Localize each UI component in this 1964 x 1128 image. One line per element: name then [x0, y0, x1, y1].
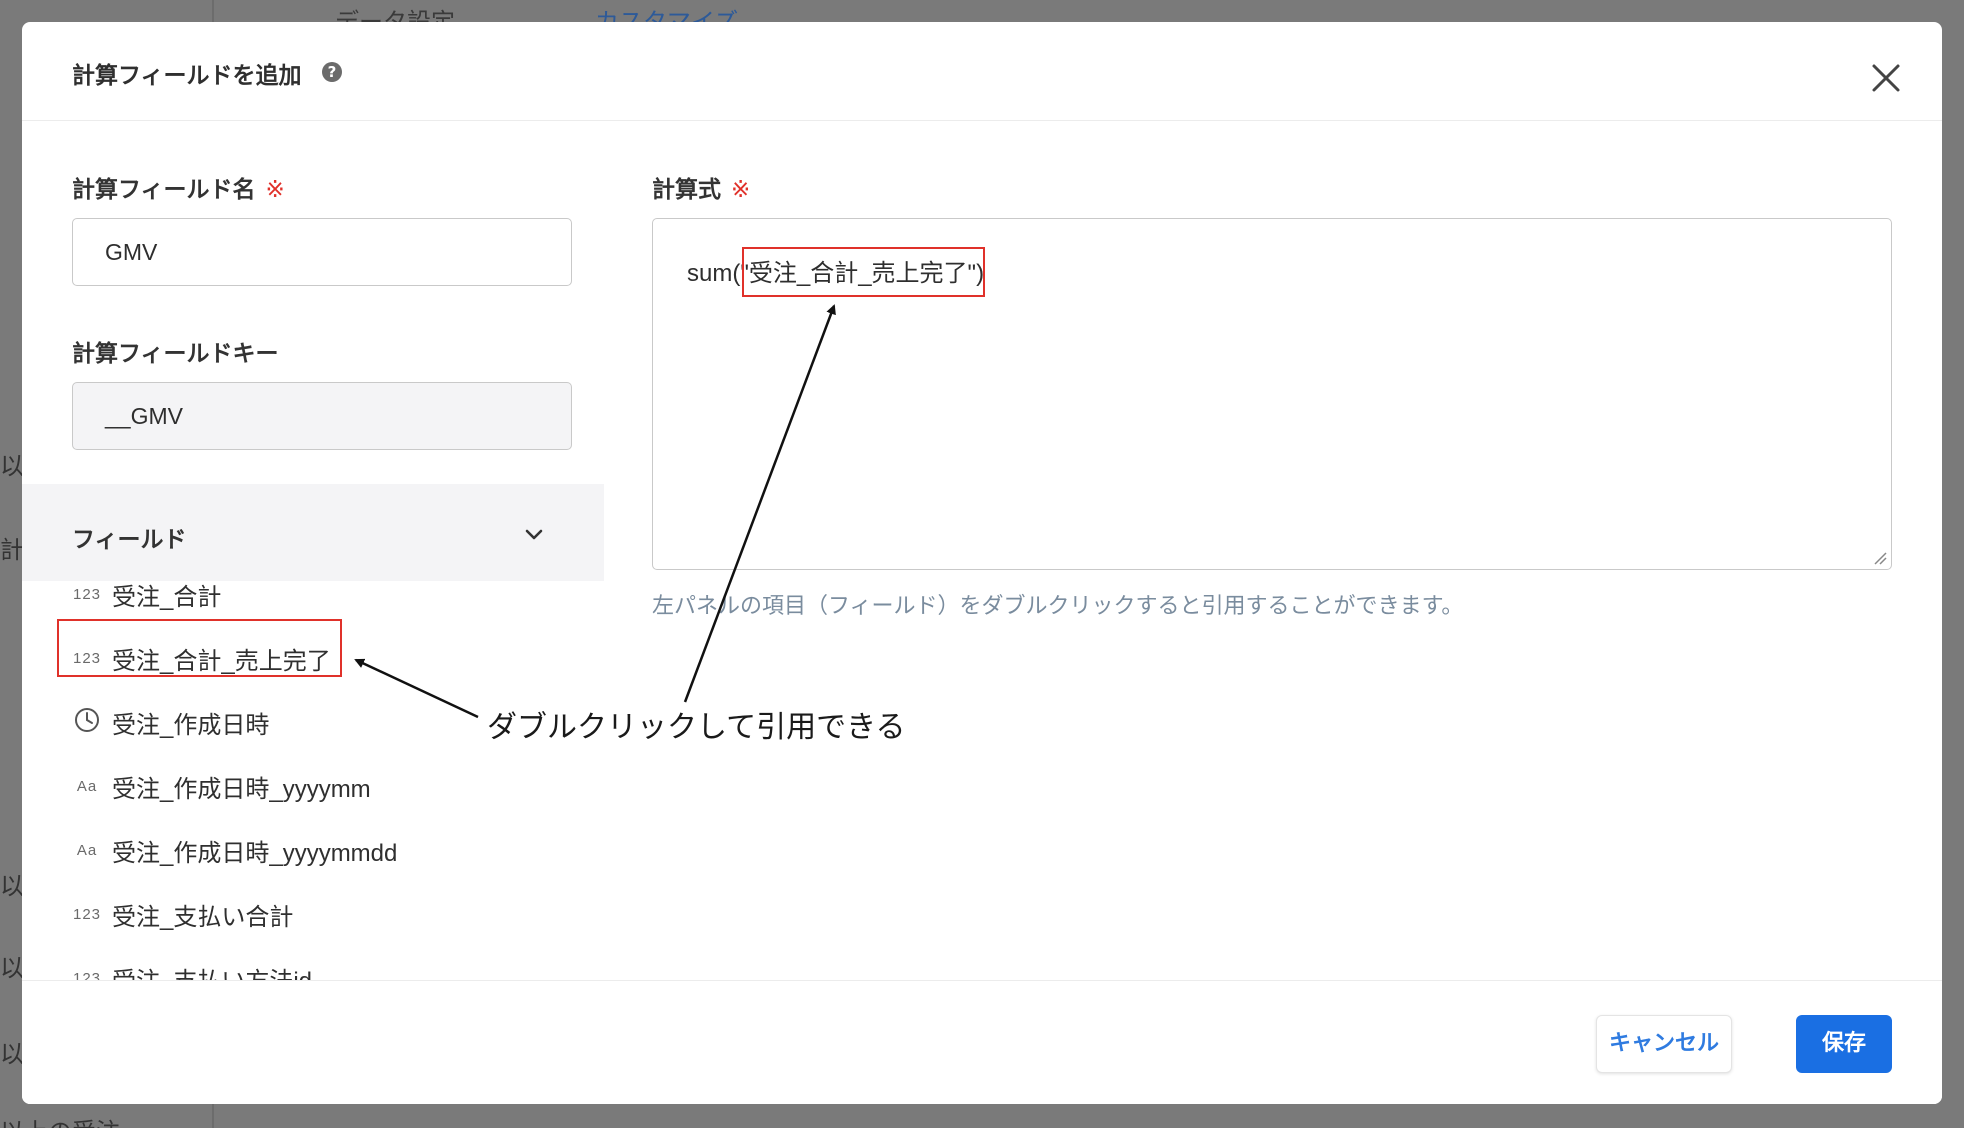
list-item[interactable]: 123 受注_支払い合計: [72, 889, 293, 939]
field-list-item-name: 受注_合計: [112, 583, 222, 611]
close-button[interactable]: [1868, 60, 1904, 96]
annotation-highlight-field: [57, 619, 342, 677]
field-key-input[interactable]: __GMV: [72, 382, 572, 450]
fields-panel-title: フィールド: [72, 527, 187, 553]
formula-hint: 左パネルの項目（フィールド）をダブルクリックすると引用することができます。: [652, 594, 1464, 619]
dialog-title: 計算フィールドを追加: [72, 63, 302, 89]
annotation-highlight-formula: [742, 247, 985, 297]
list-item[interactable]: 123 受注_支払い方法id: [72, 953, 313, 982]
list-item[interactable]: Aa 受注_作成日時_yyyymmdd: [72, 825, 398, 875]
text-type-icon: Aa: [76, 777, 98, 795]
field-list-item-name: 受注_支払い合計: [112, 903, 294, 931]
number-type-icon: 123: [72, 905, 102, 923]
save-button[interactable]: 保存: [1796, 1015, 1892, 1073]
text-type-icon: Aa: [76, 841, 98, 859]
field-list-item-name: 受注_支払い方法id: [112, 967, 313, 982]
formula-label-text: 計算式: [652, 177, 721, 203]
field-name-label: 計算フィールド名 ※: [72, 170, 285, 204]
list-item[interactable]: 123 受注_合計: [72, 581, 221, 619]
field-key-label: 計算フィールドキー: [72, 341, 279, 367]
dialog-header: 計算フィールドを追加 ?: [22, 22, 1942, 121]
background-text: 以上の受注: [0, 1112, 120, 1128]
list-item[interactable]: Aa 受注_作成日時_yyyymm: [72, 761, 371, 811]
field-name-input[interactable]: GMV: [72, 218, 572, 286]
field-name-label-text: 計算フィールド名: [72, 177, 256, 203]
annotation-label: ダブルクリックして引用できる: [487, 710, 906, 745]
background-tabs: データ設定 カスタマイズ: [215, 0, 1964, 36]
background-text: 以: [0, 872, 24, 900]
list-item[interactable]: 受注_作成日時: [72, 697, 269, 747]
resize-handle-icon[interactable]: [1873, 551, 1887, 565]
fields-panel-header[interactable]: フィールド: [22, 484, 604, 581]
chevron-down-icon[interactable]: [522, 522, 546, 546]
field-list-item-name: 受注_作成日時: [112, 711, 270, 739]
number-type-icon: 123: [72, 585, 102, 603]
close-icon: [1872, 64, 1900, 92]
required-mark: ※: [265, 177, 285, 203]
field-list-item-name: 受注_作成日時_yyyymmdd: [112, 839, 398, 867]
add-calculated-field-dialog: 計算フィールドを追加 ? 計算フィールド名 ※ GMV 計算フィールドキー __G…: [22, 22, 1942, 1104]
background-text: 以: [0, 452, 24, 480]
required-mark: ※: [731, 177, 751, 203]
cancel-button[interactable]: キャンセル: [1596, 1015, 1732, 1073]
background-text: 以: [0, 1040, 24, 1068]
field-list-item-name: 受注_作成日時_yyyymm: [112, 775, 371, 803]
clock-icon: [72, 707, 102, 737]
dialog-footer: キャンセル 保存: [22, 980, 1942, 1104]
background-text: 以: [0, 954, 24, 982]
formula-label: 計算式 ※: [652, 170, 750, 204]
help-icon[interactable]: ?: [322, 62, 342, 82]
